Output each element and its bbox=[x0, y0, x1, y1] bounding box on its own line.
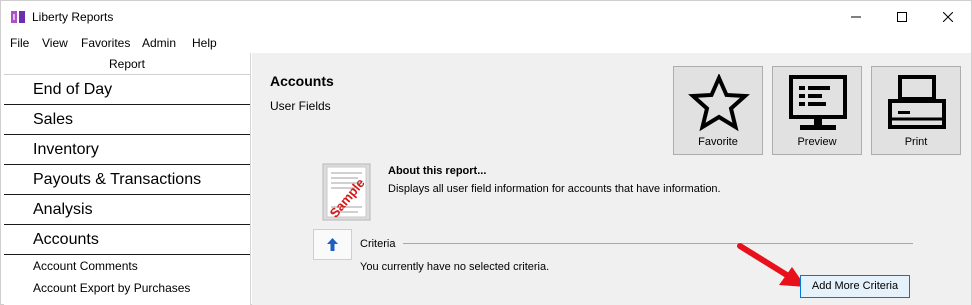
menu-favorites[interactable]: Favorites bbox=[81, 36, 130, 50]
sidebar-item-inventory[interactable]: Inventory bbox=[4, 135, 250, 165]
report-subtitle: User Fields bbox=[270, 99, 331, 113]
preview-button[interactable]: Preview bbox=[772, 66, 862, 155]
print-label: Print bbox=[904, 136, 928, 148]
collapse-criteria-button[interactable] bbox=[313, 229, 352, 260]
star-icon bbox=[688, 74, 750, 132]
report-sidebar: Report End of Day Sales Inventory Payout… bbox=[4, 53, 251, 305]
maximize-button[interactable] bbox=[879, 1, 925, 33]
report-title: Accounts bbox=[270, 73, 334, 89]
preview-label: Preview bbox=[797, 136, 837, 148]
menu-admin[interactable]: Admin bbox=[142, 36, 176, 50]
close-button[interactable] bbox=[925, 1, 971, 33]
close-icon bbox=[943, 12, 953, 22]
favorite-button[interactable]: Favorite bbox=[673, 66, 763, 155]
minimize-icon bbox=[851, 16, 861, 18]
favorite-label: Favorite bbox=[698, 136, 738, 148]
sidebar-item-sales[interactable]: Sales bbox=[4, 105, 250, 135]
sidebar-item-accounts[interactable]: Accounts bbox=[4, 225, 250, 255]
arrow-up-icon bbox=[327, 238, 338, 251]
title-bar: Liberty Reports bbox=[1, 1, 971, 33]
sidebar-header: Report bbox=[4, 53, 250, 75]
menu-help[interactable]: Help bbox=[192, 36, 217, 50]
about-title: About this report... bbox=[388, 165, 487, 177]
maximize-icon bbox=[897, 12, 907, 22]
red-pointer-arrow-icon bbox=[737, 243, 806, 287]
menu-file[interactable]: File bbox=[10, 36, 29, 50]
add-more-criteria-button[interactable]: Add More Criteria bbox=[800, 275, 910, 298]
app-window: Liberty Reports File View Favorites Admi… bbox=[0, 0, 972, 305]
menu-view[interactable]: View bbox=[42, 36, 68, 50]
menu-bar: File View Favorites Admin Help bbox=[1, 33, 971, 53]
sidebar-item-end-of-day[interactable]: End of Day bbox=[4, 75, 250, 105]
minimize-button[interactable] bbox=[833, 1, 879, 33]
criteria-label: Criteria bbox=[360, 238, 396, 250]
criteria-empty-text: You currently have no selected criteria. bbox=[360, 261, 550, 273]
sample-report-icon: Sample bbox=[322, 163, 371, 221]
monitor-icon bbox=[789, 75, 847, 130]
report-panel: Accounts User Fields Favorite Preview Pr… bbox=[252, 53, 971, 305]
sidebar-item-analysis[interactable]: Analysis bbox=[4, 195, 250, 225]
sidebar-subitem-account-comments[interactable]: Account Comments bbox=[4, 255, 250, 277]
sidebar-subitem-account-export-by-purchases[interactable]: Account Export by Purchases bbox=[4, 277, 250, 299]
about-description: Displays all user field information for … bbox=[388, 183, 721, 195]
sidebar-item-payouts-transactions[interactable]: Payouts & Transactions bbox=[4, 165, 250, 195]
app-logo-icon bbox=[11, 11, 25, 23]
window-title: Liberty Reports bbox=[32, 10, 114, 24]
criteria-divider bbox=[403, 243, 913, 244]
print-button[interactable]: Print bbox=[871, 66, 961, 155]
printer-icon bbox=[888, 75, 946, 129]
